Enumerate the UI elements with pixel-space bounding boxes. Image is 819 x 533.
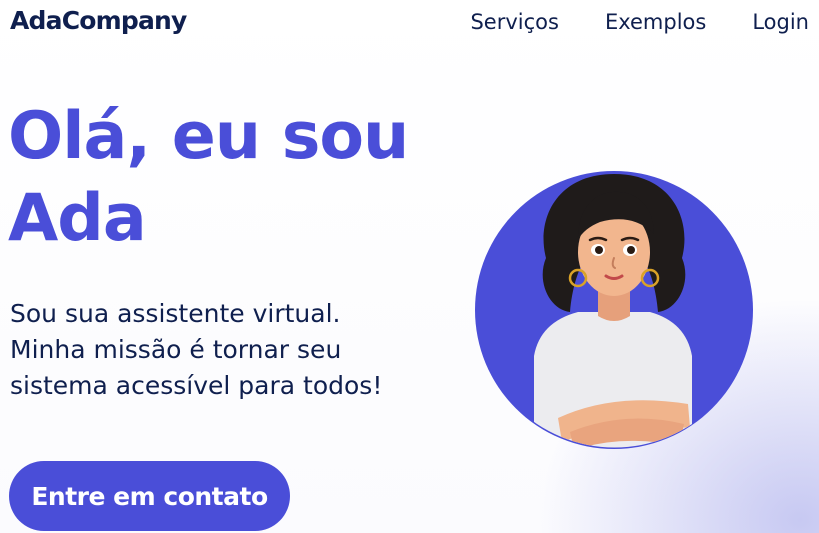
main-nav: Serviços Exemplos Login <box>470 10 809 34</box>
nav-link-exemplos[interactable]: Exemplos <box>605 10 706 34</box>
hero-subtitle-line: Sou sua assistente virtual. <box>10 299 341 328</box>
contact-button[interactable]: Entre em contato <box>9 461 290 531</box>
nav-link-login[interactable]: Login <box>752 10 809 34</box>
woman-avatar-icon <box>475 171 753 449</box>
hero-subtitle: Sou sua assistente virtual. Minha missão… <box>10 296 440 404</box>
site-logo[interactable]: AdaCompany <box>10 6 187 35</box>
hero-subtitle-line: Minha missão é tornar seu <box>10 335 342 364</box>
ada-avatar <box>474 160 754 460</box>
nav-link-servicos[interactable]: Serviços <box>470 10 558 34</box>
hero-title-line: Olá, eu sou <box>8 99 409 174</box>
hero-subtitle-line: sistema acessível para todos! <box>10 371 383 400</box>
hero-title-line: Ada <box>8 181 147 256</box>
hero-title: Olá, eu sou Ada <box>8 96 448 260</box>
